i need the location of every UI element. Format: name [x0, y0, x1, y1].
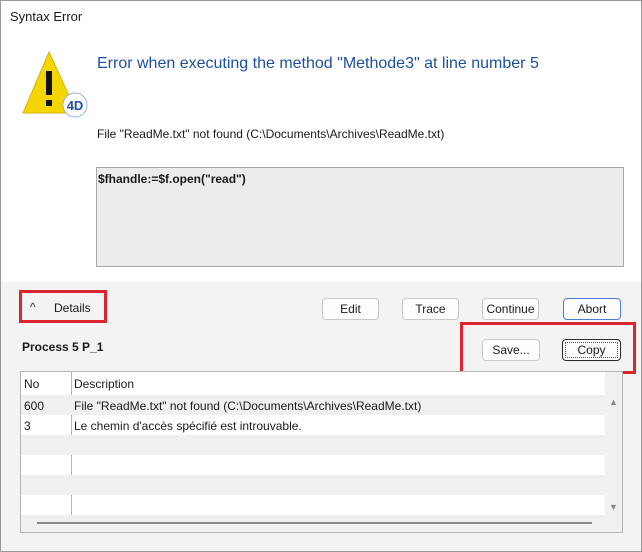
- details-label: Details: [54, 301, 91, 315]
- row-description: Le chemin d'accès spécifié est introuvab…: [74, 419, 302, 433]
- column-header-no[interactable]: No: [24, 377, 39, 391]
- table-row-empty: [21, 435, 605, 455]
- horizontal-scrollbar[interactable]: [21, 515, 622, 532]
- error-message: File "ReadMe.txt" not found (C:\Document…: [97, 127, 445, 141]
- window-title: Syntax Error: [10, 9, 83, 24]
- row-no: 600: [24, 399, 45, 413]
- table-row[interactable]: 3 Le chemin d'accès spécifié est introuv…: [21, 415, 605, 435]
- table-row-empty: [21, 455, 605, 475]
- save-button[interactable]: Save...: [482, 339, 540, 361]
- row-no: 3: [24, 419, 31, 433]
- error-stack-table: No Description 600 File "ReadMe.txt" not…: [20, 371, 623, 533]
- trace-button[interactable]: Trace: [402, 298, 459, 320]
- scroll-up-icon[interactable]: ▲: [609, 397, 618, 407]
- abort-button[interactable]: Abort: [563, 298, 621, 320]
- copy-button[interactable]: Copy: [562, 339, 621, 361]
- scroll-down-icon[interactable]: ▼: [609, 502, 618, 512]
- svg-text:4D: 4D: [67, 98, 84, 113]
- table-row[interactable]: 600 File "ReadMe.txt" not found (C:\Docu…: [21, 395, 605, 415]
- error-heading: Error when executing the method "Methode…: [97, 55, 539, 72]
- chevron-up-icon: ^: [30, 300, 36, 314]
- process-label: Process 5 P_1: [22, 340, 104, 354]
- table-row-empty: [21, 495, 605, 515]
- details-toggle[interactable]: ^ Details: [19, 290, 107, 323]
- row-description: File "ReadMe.txt" not found (C:\Document…: [74, 399, 422, 413]
- continue-button[interactable]: Continue: [482, 298, 539, 320]
- table-row-empty: [21, 475, 605, 495]
- syntax-error-dialog: Syntax Error 4D Error when executing the…: [0, 0, 642, 552]
- code-line-box: $fhandle:=$f.open("read"): [96, 167, 624, 267]
- vertical-scrollbar[interactable]: ▲ ▼: [605, 372, 622, 515]
- code-line: $fhandle:=$f.open("read"): [98, 172, 246, 186]
- title-bar[interactable]: Syntax Error: [1, 1, 641, 31]
- column-header-description[interactable]: Description: [74, 377, 134, 391]
- edit-button[interactable]: Edit: [322, 298, 379, 320]
- warning-icon: 4D: [21, 49, 91, 119]
- horizontal-scroll-thumb[interactable]: [37, 522, 592, 524]
